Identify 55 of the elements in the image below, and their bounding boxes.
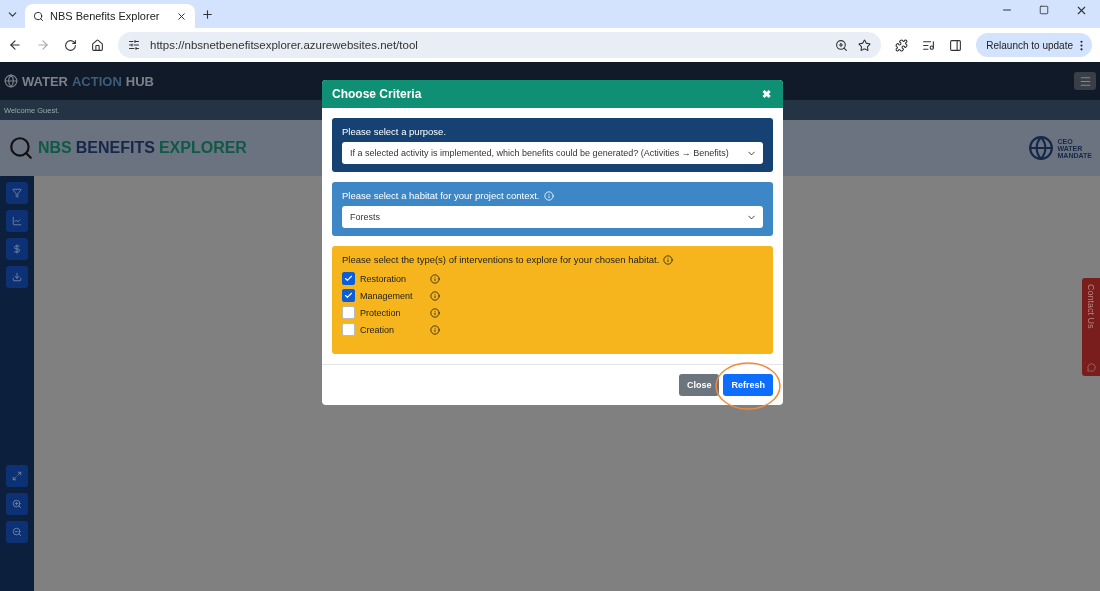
- info-icon: [663, 254, 674, 265]
- purpose-select[interactable]: If a selected activity is implemented, which benefits could be generated? (Activities → Benefits): [342, 142, 763, 164]
- close-button[interactable]: Close: [678, 374, 720, 396]
- info-icon: [430, 307, 440, 318]
- globe-icon: [4, 74, 18, 88]
- magnifier-icon: [33, 10, 44, 22]
- page-title: EXPLORER: [158, 139, 247, 157]
- checkbox[interactable]: [342, 306, 355, 319]
- line-chart-icon[interactable]: [6, 210, 28, 232]
- info-icon: [430, 324, 440, 335]
- checkbox-label: Restoration: [360, 273, 408, 284]
- new-tab-icon[interactable]: [201, 7, 214, 21]
- checkbox-label: Management: [360, 290, 414, 301]
- logo-text: WATER: [22, 73, 68, 89]
- info-icon: [430, 273, 440, 284]
- browser-tab[interactable]: NBS Benefits Explorer: [25, 4, 195, 28]
- menu-icon[interactable]: [1074, 72, 1096, 90]
- checkbox[interactable]: [342, 289, 355, 302]
- relaunch-button[interactable]: Relaunch to update: [976, 33, 1092, 57]
- maximize-icon[interactable]: [1039, 3, 1049, 17]
- checkbox[interactable]: [342, 323, 355, 336]
- info-icon: [430, 290, 440, 301]
- side-panel-icon[interactable]: [949, 38, 963, 52]
- back-icon[interactable]: [8, 38, 22, 52]
- close-button[interactable]: ✖: [762, 87, 771, 101]
- page-title: BENEFITS: [75, 139, 155, 157]
- checkbox-label: Protection: [360, 307, 402, 318]
- filter-icon[interactable]: [6, 182, 28, 204]
- close-icon[interactable]: [176, 10, 187, 22]
- checkbox-label: Creation: [360, 324, 396, 335]
- globe-icon: [1027, 135, 1054, 161]
- download-icon[interactable]: [6, 266, 28, 288]
- expand-icon[interactable]: [6, 465, 28, 487]
- logo-text: HUB: [125, 73, 154, 89]
- dollar-icon[interactable]: [6, 238, 28, 260]
- reload-icon[interactable]: [64, 38, 77, 52]
- extension-icon[interactable]: [895, 38, 909, 52]
- info-icon: [543, 190, 554, 201]
- checkbox[interactable]: [342, 272, 355, 285]
- zoom-out-icon[interactable]: [6, 521, 28, 543]
- logo-text: ACTION: [72, 73, 122, 89]
- field-label: Please select a purpose.: [342, 126, 448, 137]
- field-label: Please select the type(s) of interventions to explore for your chosen habitat.: [342, 254, 660, 265]
- habitat-select[interactable]: Forests: [342, 206, 763, 228]
- playlist-icon[interactable]: [922, 38, 936, 52]
- home-icon[interactable]: [91, 38, 104, 52]
- field-label: Please select a habitat for your project context.: [342, 190, 540, 201]
- chat-icon: [1086, 363, 1096, 372]
- dialog-title: Choose Criteria: [332, 87, 422, 101]
- magnifier-icon: [8, 135, 34, 161]
- contact-tab[interactable]: Contact Us: [1082, 278, 1100, 376]
- zoom-in-icon[interactable]: [6, 493, 28, 515]
- page-title: NBS: [38, 139, 72, 157]
- refresh-button[interactable]: Refresh: [723, 374, 773, 396]
- address-bar[interactable]: https://nbsnetbenefitsexplorer.azurewebsites.net/tool: [118, 32, 882, 58]
